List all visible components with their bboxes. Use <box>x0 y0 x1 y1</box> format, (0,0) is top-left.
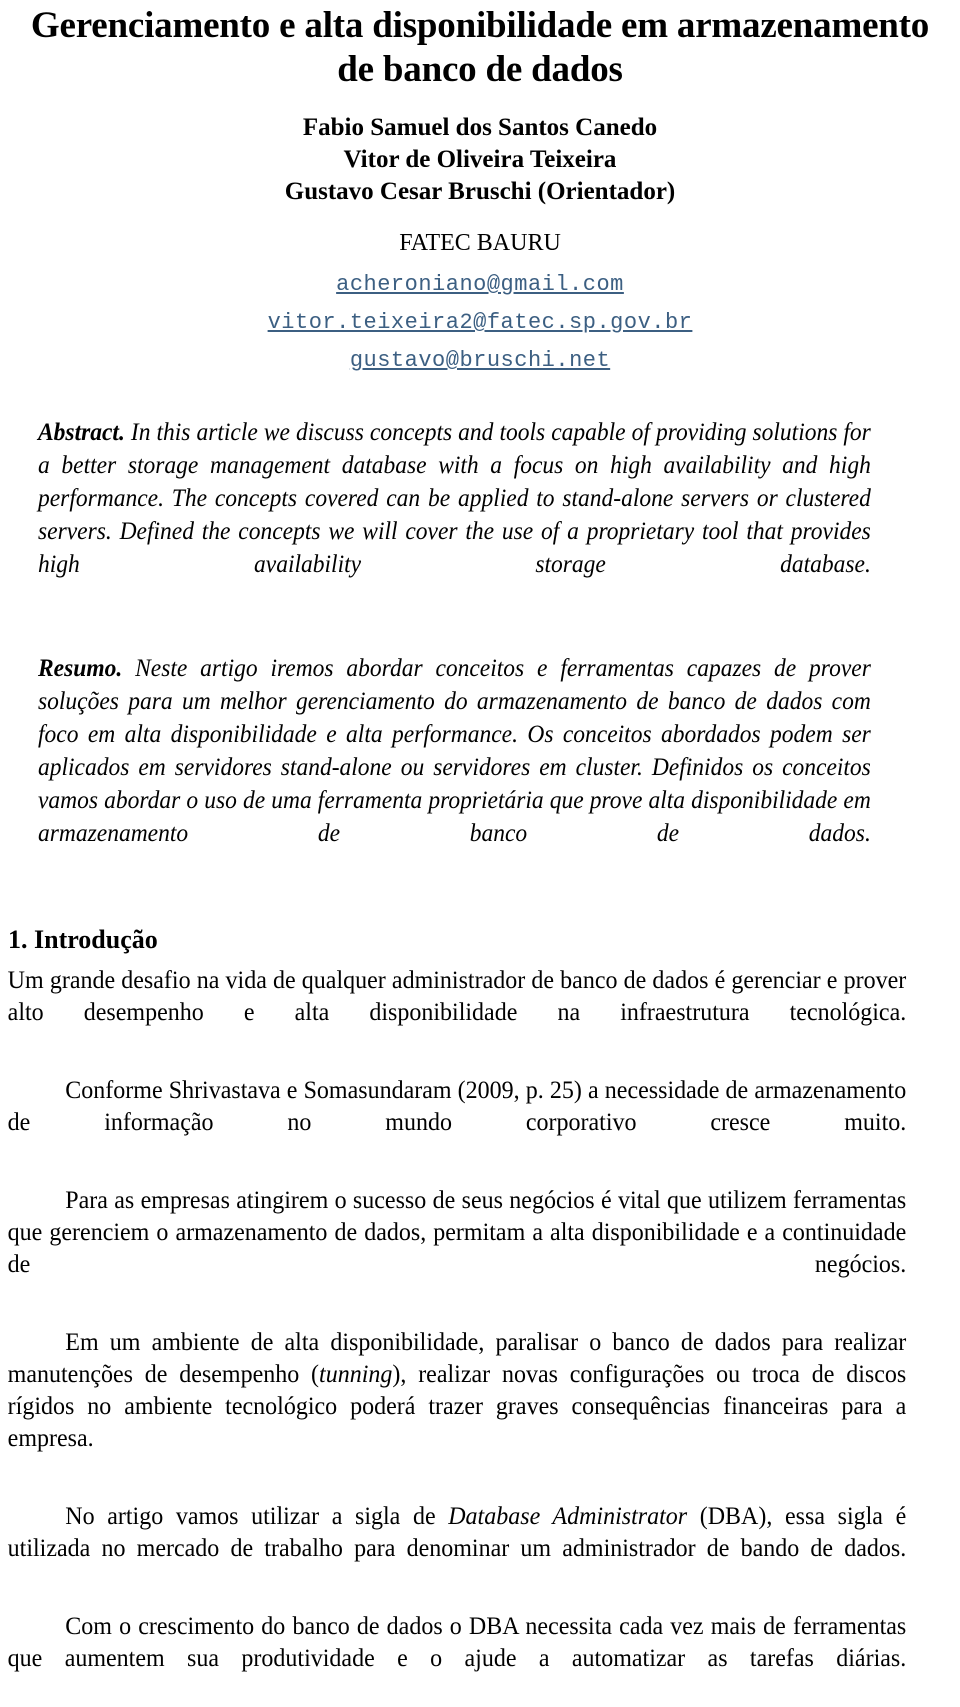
body-paragraph: Conforme Shrivastava e Somasundaram (200… <box>0 1075 910 1171</box>
resumo-block: Resumo. Neste artigo iremos abordar conc… <box>38 652 871 883</box>
email-link[interactable]: acheroniano@gmail.com <box>0 266 960 304</box>
abstract-label: Abstract. <box>38 419 125 446</box>
section-body: Um grande desafio na vida de qualquer ad… <box>0 965 960 1707</box>
paragraph-text: No artigo vamos utilizar a sigla de <box>65 1503 449 1530</box>
resumo-label: Resumo. <box>38 655 123 682</box>
body-paragraph: Em um ambiente de alta disponibilidade, … <box>0 1327 910 1487</box>
paragraph-text: Para as empresas atingirem o sucesso de … <box>7 1187 907 1278</box>
paragraph-text: Conforme Shrivastava e Somasundaram (200… <box>7 1077 907 1136</box>
author-name: Vitor de Oliveira Teixeira <box>343 146 617 173</box>
author-list: Fabio Samuel dos Santos Canedo Vitor de … <box>0 112 960 208</box>
emphasis-text: Database Administrator <box>448 1503 688 1530</box>
document-page: Gerenciamento e alta disponibilidade em … <box>0 0 960 1672</box>
abstract-text: In this article we discuss concepts and … <box>38 419 871 578</box>
emphasis-text: tunning <box>319 1361 393 1388</box>
resumo-text: Neste artigo iremos abordar conceitos e … <box>38 655 871 847</box>
paragraph-text: Com o crescimento do banco de dados o DB… <box>7 1613 907 1672</box>
section-heading-introducao: 1. Introdução <box>8 925 158 954</box>
email-list: acheroniano@gmail.com vitor.teixeira2@fa… <box>0 266 960 380</box>
body-paragraph: No artigo vamos utilizar a sigla de Data… <box>0 1501 910 1597</box>
author-name: Gustavo Cesar Bruschi (Orientador) <box>284 178 676 205</box>
body-paragraph: Com o crescimento do banco de dados o DB… <box>0 1611 910 1707</box>
body-paragraph: Um grande desafio na vida de qualquer ad… <box>0 965 910 1061</box>
author-name: Fabio Samuel dos Santos Canedo <box>302 114 658 141</box>
page-title: Gerenciamento e alta disponibilidade em … <box>30 5 930 90</box>
abstract-block: Abstract. In this article we discuss con… <box>38 416 871 614</box>
body-paragraph: Para as empresas atingirem o sucesso de … <box>0 1185 910 1313</box>
email-link[interactable]: vitor.teixeira2@fatec.sp.gov.br <box>0 304 960 342</box>
paragraph-text: Um grande desafio na vida de qualquer ad… <box>7 967 907 1026</box>
email-link[interactable]: gustavo@bruschi.net <box>0 342 960 380</box>
affiliation: FATEC BAURU <box>399 230 561 256</box>
